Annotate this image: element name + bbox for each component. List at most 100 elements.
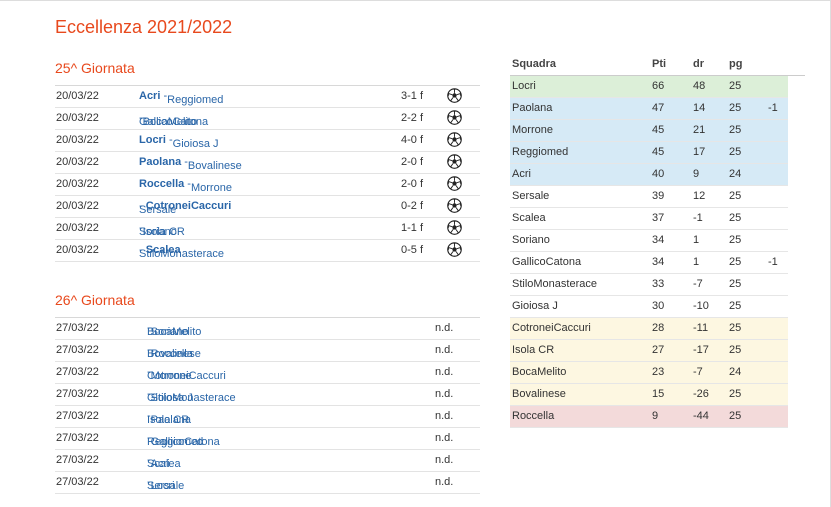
match-link[interactable]: Locri - Gioiosa J bbox=[139, 134, 219, 150]
soccer-ball-icon[interactable] bbox=[447, 220, 462, 235]
standings-row: Locri 66 48 25 bbox=[510, 76, 788, 98]
match-link[interactable]: Bovalinese - Roccella bbox=[147, 344, 201, 360]
home-team: Acri bbox=[139, 90, 161, 102]
match-date: 27/03/22 bbox=[56, 410, 99, 422]
team-played: 25 bbox=[729, 256, 742, 268]
standings-row: Gioiosa J 30 -10 25 bbox=[510, 296, 788, 318]
team-played: 25 bbox=[729, 410, 742, 422]
team-name: Paolana bbox=[512, 102, 553, 114]
soccer-ball-icon[interactable] bbox=[447, 132, 462, 147]
team-name: Soriano bbox=[512, 234, 550, 246]
match-date: 27/03/22 bbox=[56, 476, 99, 488]
team-goal-diff: -44 bbox=[693, 410, 709, 422]
team-penalty: -1 bbox=[768, 102, 778, 114]
standings-rows: Locri 66 48 25 Paolana 47 14 25 -1 Morrone 45 21 25 R… bbox=[510, 76, 805, 428]
team-played: 25 bbox=[729, 80, 742, 92]
standings-row: GallicoCatona 34 1 25 -1 bbox=[510, 252, 788, 274]
team-name: Scalea bbox=[512, 212, 546, 224]
team-name: BocaMelito bbox=[512, 366, 567, 378]
team-points: 15 bbox=[652, 388, 665, 400]
soccer-ball-icon[interactable] bbox=[447, 154, 462, 169]
match-row: 20/03/22 StiloMonasterace - Scalea 0-5 f bbox=[55, 240, 480, 262]
team-played: 25 bbox=[729, 234, 742, 246]
match-link[interactable]: Paolana - Bovalinese bbox=[139, 156, 242, 172]
match-link[interactable]: GallicoCatona - BocaMelito bbox=[139, 112, 208, 128]
team-points: 33 bbox=[652, 278, 665, 290]
soccer-ball-icon[interactable] bbox=[447, 176, 462, 191]
team-played: 25 bbox=[729, 388, 742, 400]
team-goal-diff: 9 bbox=[693, 168, 700, 180]
away-team: Morrone bbox=[190, 182, 232, 194]
team-name: Bovalinese bbox=[512, 388, 566, 400]
soccer-ball-icon[interactable] bbox=[447, 110, 462, 125]
team-goal-diff: 1 bbox=[693, 234, 700, 246]
soccer-ball-icon[interactable] bbox=[447, 198, 462, 213]
match-link[interactable]: Gioiosa J - StiloMonasterace bbox=[147, 388, 236, 404]
team-points: 39 bbox=[652, 190, 665, 202]
match-row: 27/03/22 CotroneiCaccuri - Morrone n.d. bbox=[55, 362, 480, 384]
team-goal-diff: -7 bbox=[693, 278, 703, 290]
soccer-ball-icon[interactable] bbox=[447, 242, 462, 257]
match-score: n.d. bbox=[435, 344, 454, 356]
match-link[interactable]: Isola CR - Paolana bbox=[147, 410, 191, 426]
match-row: 27/03/22 Sersale - Locri n.d. bbox=[55, 472, 480, 494]
header-team: Squadra bbox=[512, 58, 557, 70]
team-goal-diff: -17 bbox=[693, 344, 709, 356]
match-row: 20/03/22 Soriano - Isola CR 1-1 f bbox=[55, 218, 480, 240]
match-link[interactable]: Scalea - Acri bbox=[147, 454, 181, 470]
home-team: StiloMonasterace bbox=[139, 248, 224, 260]
match-row: 27/03/22 Reggiomed - GallicoCatona n.d. bbox=[55, 428, 480, 450]
match-date: 20/03/22 bbox=[56, 178, 99, 190]
match-link[interactable]: Acri - Reggiomed bbox=[139, 90, 223, 106]
away-team: GallicoCatona bbox=[150, 436, 220, 448]
match-date: 27/03/22 bbox=[56, 454, 99, 466]
standings-row: Sersale 39 12 25 bbox=[510, 186, 788, 208]
team-name: Morrone bbox=[512, 124, 553, 136]
round-26-matches: 27/03/22 BocaMelito - Soriano n.d. 27/03/22… bbox=[55, 317, 480, 494]
team-points: 34 bbox=[652, 234, 665, 246]
match-link[interactable]: Soriano - Isola CR bbox=[139, 222, 185, 238]
standings-row: Morrone 45 21 25 bbox=[510, 120, 788, 142]
header-pti: Pti bbox=[652, 58, 667, 70]
match-link[interactable]: CotroneiCaccuri - Morrone bbox=[147, 366, 226, 382]
standings-header: Squadra Pti dr pg bbox=[510, 54, 805, 76]
team-points: 66 bbox=[652, 80, 665, 92]
match-link[interactable]: Roccella - Morrone bbox=[139, 178, 232, 194]
match-score: n.d. bbox=[435, 454, 454, 466]
team-points: 45 bbox=[652, 124, 665, 136]
match-row: 20/03/22 Acri - Reggiomed 3-1 f bbox=[55, 86, 480, 108]
match-link[interactable]: Sersale - Locri bbox=[147, 476, 184, 492]
team-goal-diff: 12 bbox=[693, 190, 706, 202]
match-score: n.d. bbox=[435, 410, 454, 422]
soccer-ball-icon[interactable] bbox=[447, 88, 462, 103]
team-points: 40 bbox=[652, 168, 665, 180]
match-score: n.d. bbox=[435, 388, 454, 400]
match-link[interactable]: Reggiomed - GallicoCatona bbox=[147, 432, 220, 448]
round-25-heading: 25^ Giornata bbox=[55, 60, 135, 76]
match-date: 27/03/22 bbox=[56, 388, 99, 400]
match-score: n.d. bbox=[435, 432, 454, 444]
team-played: 25 bbox=[729, 344, 742, 356]
away-team: StiloMonasterace bbox=[150, 392, 236, 404]
match-date: 20/03/22 bbox=[56, 112, 99, 124]
match-date: 20/03/22 bbox=[56, 134, 99, 146]
match-link[interactable]: StiloMonasterace - Scalea bbox=[139, 244, 224, 260]
team-name: StiloMonasterace bbox=[512, 278, 597, 290]
standings-row: Paolana 47 14 25 -1 bbox=[510, 98, 788, 120]
away-team: Acri bbox=[150, 458, 170, 470]
team-points: 28 bbox=[652, 322, 665, 334]
team-played: 25 bbox=[729, 278, 742, 290]
match-link[interactable]: Sersale - CotroneiCaccuri bbox=[139, 200, 231, 216]
team-played: 25 bbox=[729, 300, 742, 312]
home-team: Paolana bbox=[139, 156, 182, 168]
away-team: Bovalinese bbox=[187, 160, 242, 172]
match-date: 27/03/22 bbox=[56, 322, 99, 334]
match-score: 0-5 f bbox=[401, 244, 424, 256]
match-score: n.d. bbox=[435, 322, 454, 334]
home-team: Locri bbox=[139, 134, 166, 146]
away-team: Isola CR bbox=[142, 226, 185, 238]
team-goal-diff: -11 bbox=[693, 322, 709, 334]
match-link[interactable]: BocaMelito - Soriano bbox=[147, 322, 201, 338]
team-points: 34 bbox=[652, 256, 665, 268]
team-points: 23 bbox=[652, 366, 665, 378]
